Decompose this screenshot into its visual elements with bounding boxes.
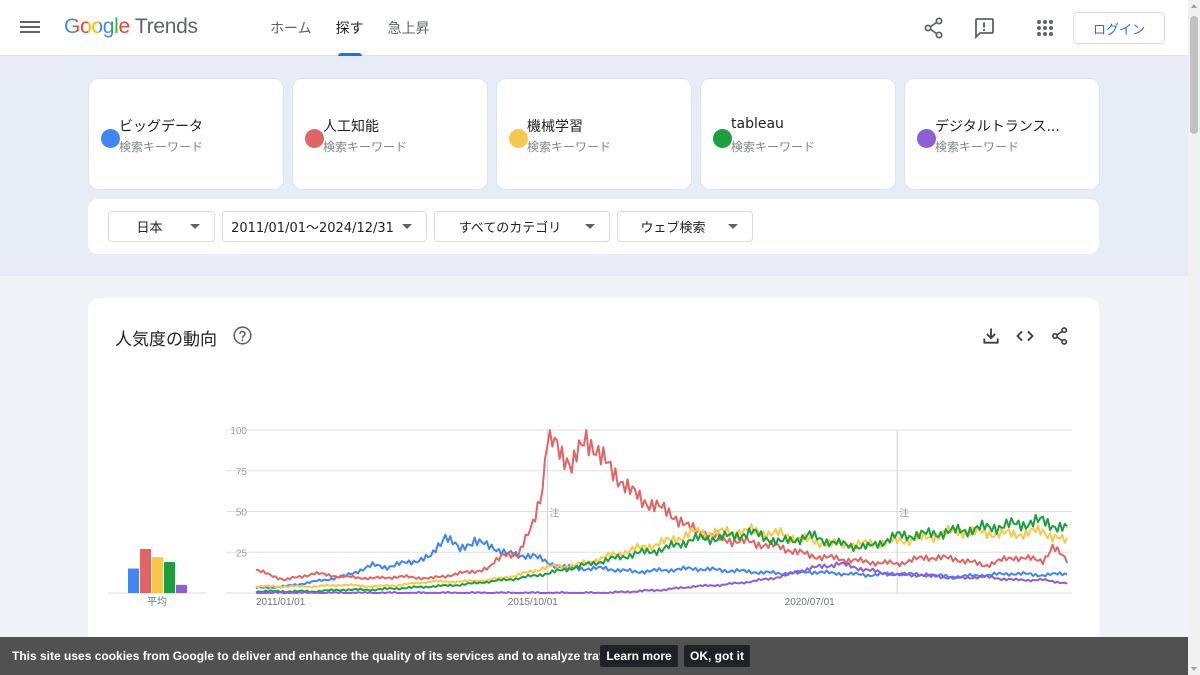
term-card-2[interactable]: 人工知能 検索キーワード	[292, 78, 488, 190]
term-name: tableau	[731, 116, 784, 132]
scroll-up-arrow-icon[interactable]	[1191, 4, 1197, 8]
y-tick-label: 75	[236, 467, 248, 478]
average-bar	[140, 548, 151, 593]
term-name: 機械学習	[527, 119, 583, 135]
search-type-dropdown[interactable]: ウェブ検索	[617, 211, 753, 242]
page-scrollbar[interactable]	[1188, 0, 1200, 675]
x-tick-label: 2020/07/01	[785, 597, 835, 608]
term-type: 検索キーワード	[527, 140, 612, 154]
date-range-dropdown[interactable]: 2011/01/01～2024/12/31	[222, 211, 427, 242]
cookie-banner: This site uses cookies from Google to de…	[0, 637, 1188, 675]
note-marker-label: 注	[899, 507, 909, 520]
term-color-dot	[509, 129, 528, 148]
y-tick-label: 50	[236, 508, 248, 519]
term-color-dot	[917, 129, 936, 148]
login-button[interactable]: ログイン	[1073, 12, 1165, 44]
term-color-dot	[305, 129, 324, 148]
term-color-dot	[713, 129, 732, 148]
note-marker-label: 注	[549, 507, 559, 520]
search-type-value: ウェブ検索	[640, 221, 706, 236]
scroll-thumb[interactable]	[1190, 16, 1198, 134]
average-label: 平均	[147, 596, 167, 608]
region-dropdown[interactable]: 日本	[108, 211, 215, 242]
category-value: すべてのカテゴリ	[458, 221, 562, 236]
cookie-text: This site uses cookies from Google to de…	[12, 649, 621, 663]
average-bar	[176, 584, 187, 593]
caret-down-icon	[402, 224, 412, 229]
average-bar	[164, 562, 175, 593]
tab-trending[interactable]: 急上昇	[376, 0, 442, 56]
series-line	[255, 533, 1068, 590]
average-bar	[152, 557, 163, 593]
y-tick-label: 25	[236, 548, 248, 559]
x-tick-label: 2015/10/01	[508, 597, 558, 608]
term-name: 人工知能	[323, 119, 379, 135]
term-card-4[interactable]: tableau 検索キーワード	[700, 78, 896, 190]
x-tick-label: 2011/01/01	[256, 597, 306, 608]
average-bar	[128, 568, 139, 593]
category-dropdown[interactable]: すべてのカテゴリ	[434, 211, 610, 242]
caret-down-icon	[585, 224, 595, 229]
apps-grid-icon[interactable]	[1033, 16, 1057, 40]
logo-trends: Trends	[134, 15, 198, 38]
date-range-value: 2011/01/01～2024/12/31	[231, 221, 394, 236]
term-name: ビッグデータ	[119, 119, 203, 135]
series-line	[255, 514, 1068, 594]
interest-over-time-card: 人気度の動向 注注 100 75 50 25 2011/01/01 2015/10/01 2…	[88, 298, 1099, 658]
filter-panel: 日本 2011/01/01～2024/12/31 すべてのカテゴリ ウェブ検索	[88, 199, 1099, 254]
logo-google: Google	[64, 15, 130, 38]
top-app-bar: Google Trends ホーム 探す 急上昇 ログイン	[0, 0, 1188, 56]
learn-more-button[interactable]: Learn more	[600, 645, 678, 667]
caret-down-icon	[728, 224, 738, 229]
google-trends-logo[interactable]: Google Trends	[64, 15, 198, 39]
y-tick-label: 100	[230, 426, 247, 437]
term-type: 検索キーワード	[323, 140, 408, 154]
ok-got-it-button[interactable]: OK, got it	[684, 645, 750, 667]
term-type: 検索キーワード	[119, 140, 204, 154]
tab-home[interactable]: ホーム	[258, 0, 324, 56]
region-value: 日本	[136, 221, 163, 236]
feedback-icon[interactable]	[972, 16, 996, 40]
term-name: デジタルトランス...	[935, 119, 1060, 135]
term-type: 検索キーワード	[731, 140, 816, 154]
term-card-5[interactable]: デジタルトランス... 検索キーワード	[904, 78, 1100, 190]
interest-chart[interactable]: 注 注 100 75 50 25 2011/01/01 2015/10/01 2020/07/…	[88, 298, 1099, 638]
scroll-down-arrow-icon[interactable]	[1191, 667, 1197, 671]
main-nav: ホーム 探す 急上昇	[258, 0, 442, 56]
caret-down-icon	[190, 224, 200, 229]
series-line	[255, 429, 1069, 582]
term-color-dot	[101, 129, 120, 148]
term-card-1[interactable]: ビッグデータ 検索キーワード	[88, 78, 284, 190]
term-card-3[interactable]: 機械学習 検索キーワード	[496, 78, 692, 190]
menu-icon[interactable]	[20, 18, 40, 38]
tab-explore[interactable]: 探す	[324, 0, 376, 56]
term-type: 検索キーワード	[935, 140, 1020, 154]
share-icon[interactable]	[922, 16, 946, 40]
